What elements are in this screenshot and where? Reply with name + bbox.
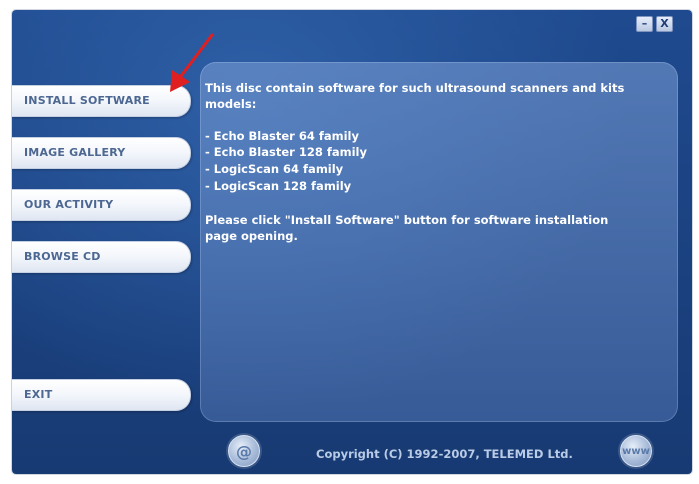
instruction-text-line2: page opening. (205, 229, 298, 243)
minimize-button[interactable]: – (636, 16, 653, 32)
copyright-text: Copyright (C) 1992-2007, TELEMED Ltd. (316, 447, 573, 461)
install-software-label: INSTALL SOFTWARE (24, 94, 150, 107)
browse-cd-label: BROWSE CD (24, 250, 101, 263)
exit-label: EXIT (24, 388, 53, 401)
model-item: - LogicScan 64 family (205, 162, 344, 176)
annotation-arrow-icon (170, 33, 214, 92)
close-button[interactable]: X (656, 16, 673, 32)
model-item: - Echo Blaster 128 family (205, 145, 367, 159)
at-glyph: @ (236, 441, 252, 461)
instruction-text: Please click "Install Software" button f… (205, 213, 609, 227)
image-gallery-label: IMAGE GALLERY (24, 146, 126, 159)
www-glyph: www (622, 445, 650, 457)
model-item: - LogicScan 128 family (205, 179, 352, 193)
email-icon[interactable]: @ (228, 435, 260, 467)
image-gallery-button[interactable]: IMAGE GALLERY (12, 137, 191, 169)
intro-text: This disc contain software for such ultr… (205, 81, 625, 95)
browse-cd-button[interactable]: BROWSE CD (12, 241, 191, 273)
exit-button[interactable]: EXIT (12, 379, 191, 411)
our-activity-label: OUR ACTIVITY (24, 198, 114, 211)
website-icon[interactable]: www (620, 435, 652, 467)
model-item: - Echo Blaster 64 family (205, 129, 359, 143)
our-activity-button[interactable]: OUR ACTIVITY (12, 189, 191, 221)
